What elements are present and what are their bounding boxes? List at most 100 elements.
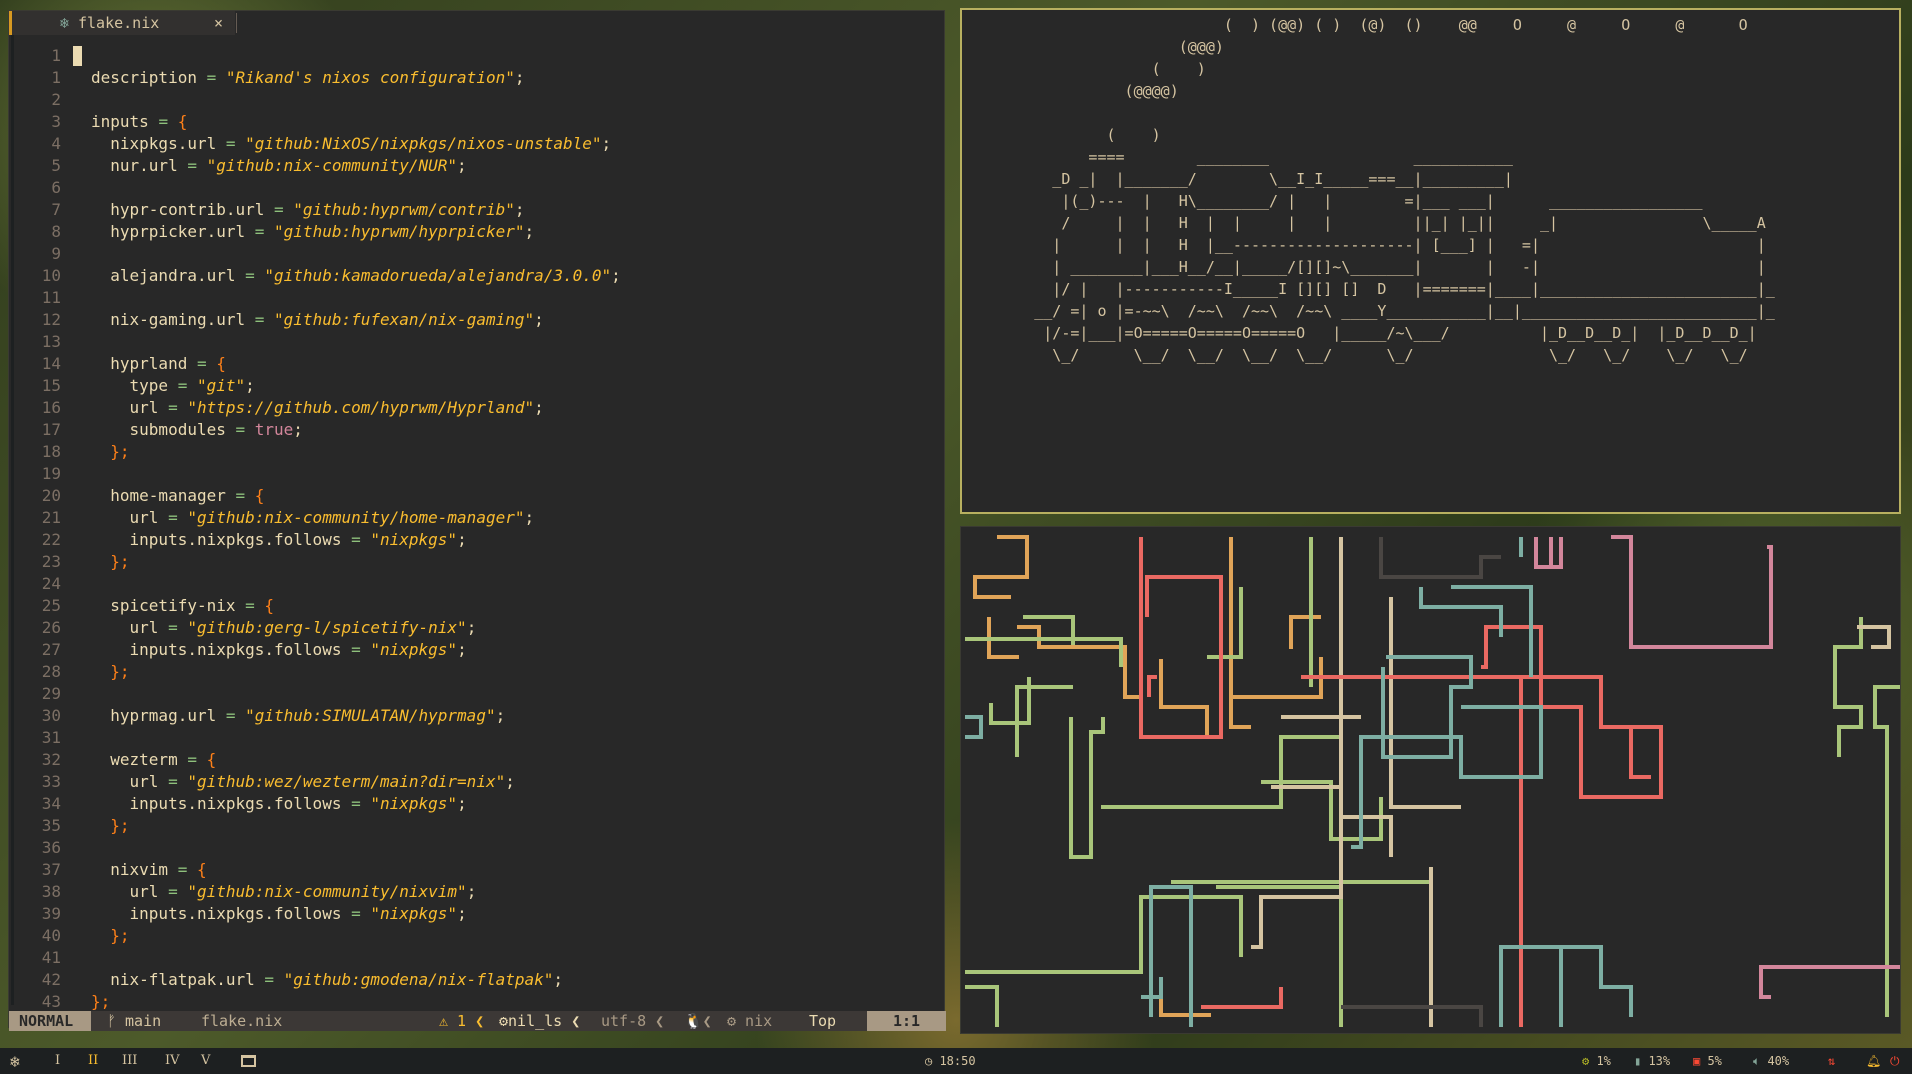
- line-content: alejandra.url = "github:kamadorueda/alej…: [91, 265, 621, 287]
- code-token: {: [177, 112, 188, 131]
- code-line[interactable]: 39 inputs.nixpkgs.follows = "nixpkgs";: [9, 903, 944, 925]
- code-line[interactable]: 27 inputs.nixpkgs.follows = "nixpkgs";: [9, 639, 944, 661]
- close-icon[interactable]: ×: [214, 14, 223, 32]
- workspace-1[interactable]: I: [55, 1053, 60, 1068]
- code-line[interactable]: 42 nix-flatpak.url = "github:gmodena/nix…: [9, 969, 944, 991]
- code-token: url: [91, 508, 169, 527]
- code-line[interactable]: 24: [9, 573, 944, 595]
- code-line[interactable]: 18 };: [9, 441, 944, 463]
- code-line[interactable]: 3 inputs = {: [9, 111, 944, 133]
- code-line[interactable]: 11: [9, 287, 944, 309]
- line-number: 32: [41, 750, 61, 769]
- code-token: true: [254, 420, 294, 439]
- power-icon[interactable]: ⏻: [1890, 1054, 1900, 1069]
- code-line[interactable]: 41: [9, 947, 944, 969]
- code-line[interactable]: 15 type = "git";: [9, 375, 944, 397]
- terminal-pipes[interactable]: [960, 526, 1901, 1034]
- code-token: inputs.nixpkgs.follows: [91, 794, 352, 813]
- code-line[interactable]: 20 home-manager = {: [9, 485, 944, 507]
- code-line[interactable]: 29: [9, 683, 944, 705]
- code-line[interactable]: 21 url = "github:nix-community/home-mana…: [9, 507, 944, 529]
- code-line[interactable]: 17 submodules = true;: [9, 419, 944, 441]
- code-token: };: [91, 926, 130, 945]
- cpu-usage[interactable]: ⚙ 1%: [1582, 1054, 1611, 1068]
- code-token: };: [91, 442, 130, 461]
- code-line[interactable]: 8 hyprpicker.url = "github:hyprwm/hyprpi…: [9, 221, 944, 243]
- code-token: {: [254, 486, 265, 505]
- workspace-4[interactable]: IV: [165, 1053, 180, 1068]
- workspace-5[interactable]: V: [201, 1053, 210, 1068]
- line-number: 35: [41, 816, 61, 835]
- code-line[interactable]: 12 nix-gaming.url = "github:fufexan/nix-…: [9, 309, 944, 331]
- code-line[interactable]: 1: [9, 45, 944, 67]
- file-encoding: utf-8 ❮: [601, 1012, 665, 1030]
- code-line[interactable]: 19: [9, 463, 944, 485]
- code-token: ;: [601, 134, 612, 153]
- code-line[interactable]: 43};: [9, 991, 944, 1013]
- code-line[interactable]: 9: [9, 243, 944, 265]
- code-line[interactable]: 13: [9, 331, 944, 353]
- code-line[interactable]: 34 inputs.nixpkgs.follows = "nixpkgs";: [9, 793, 944, 815]
- line-number: 38: [41, 882, 61, 901]
- code-line[interactable]: 33 url = "github:wez/wezterm/main?dir=ni…: [9, 771, 944, 793]
- line-content: inputs = {: [91, 111, 187, 133]
- code-token: alejandra.url: [91, 266, 246, 285]
- code-token: nixvim: [91, 860, 178, 879]
- code-token: ;: [514, 68, 525, 87]
- code-buffer[interactable]: 1 1 description = "Rikand's nixos configur…: [9, 45, 944, 1013]
- line-number: 33: [41, 772, 61, 791]
- window-icon: [241, 1055, 256, 1067]
- code-line[interactable]: 37 nixvim = {: [9, 859, 944, 881]
- memory-usage[interactable]: ▮ 13%: [1634, 1054, 1670, 1068]
- code-token: =: [351, 904, 371, 923]
- cpu-icon: ⚙: [1582, 1054, 1597, 1068]
- workspace-2[interactable]: II: [88, 1053, 98, 1068]
- code-line[interactable]: 2: [9, 89, 944, 111]
- workspace-3[interactable]: III: [122, 1053, 137, 1068]
- code-line[interactable]: 38 url = "github:nix-community/nixvim";: [9, 881, 944, 903]
- tab-flake-nix[interactable]: ❄ flake.nix ×: [9, 11, 235, 35]
- code-line[interactable]: 28 };: [9, 661, 944, 683]
- volume[interactable]: 🔈︎ 40%: [1753, 1054, 1789, 1069]
- code-line[interactable]: 30 hyprmag.url = "github:SIMULATAN/hyprm…: [9, 705, 944, 727]
- diagnostics-count: ⚠ 1 ❮: [439, 1012, 485, 1030]
- code-token: url: [91, 772, 169, 791]
- line-number: 5: [51, 156, 61, 175]
- code-line[interactable]: 23 };: [9, 551, 944, 573]
- code-token: "nixpkgs": [370, 794, 458, 813]
- nix-snowflake-icon[interactable]: ❄: [10, 1052, 20, 1071]
- code-line[interactable]: 1 description = "Rikand's nixos configura…: [9, 67, 944, 89]
- terminal-sl[interactable]: ( ) (@@) ( ) (@) () @@ O @ O @ O (@@@) (…: [960, 8, 1901, 514]
- code-token: };: [91, 662, 130, 681]
- line-number: 16: [41, 398, 61, 417]
- code-token: =: [168, 618, 188, 637]
- disk-usage[interactable]: ▣ 5%: [1693, 1054, 1722, 1068]
- code-line[interactable]: 10 alejandra.url = "github:kamadorueda/a…: [9, 265, 944, 287]
- code-line[interactable]: 16 url = "https://github.com/hyprwm/Hypr…: [9, 397, 944, 419]
- code-line[interactable]: 14 hyprland = {: [9, 353, 944, 375]
- code-line[interactable]: 6: [9, 177, 944, 199]
- memory-value: 13%: [1648, 1054, 1671, 1068]
- code-line[interactable]: 26 url = "github:gerg-l/spicetify-nix";: [9, 617, 944, 639]
- clock[interactable]: ◷ 18:50: [925, 1054, 976, 1068]
- code-line[interactable]: 7 hypr-contrib.url = "github:hyprwm/cont…: [9, 199, 944, 221]
- network-icon[interactable]: ⇅: [1828, 1054, 1835, 1068]
- code-token: =: [351, 640, 371, 659]
- code-line[interactable]: 40 };: [9, 925, 944, 947]
- clock-time: 18:50: [939, 1054, 976, 1068]
- code-line[interactable]: 4 nixpkgs.url = "github:NixOS/nixpkgs/ni…: [9, 133, 944, 155]
- filetype: ⚙ nix: [727, 1012, 773, 1030]
- code-line[interactable]: 22 inputs.nixpkgs.follows = "nixpkgs";: [9, 529, 944, 551]
- code-line[interactable]: 25 spicetify-nix = {: [9, 595, 944, 617]
- bell-icon[interactable]: 🔔︎: [1866, 1054, 1881, 1068]
- code-line[interactable]: 31: [9, 727, 944, 749]
- code-token: nix-gaming.url: [91, 310, 255, 329]
- neovim-window[interactable]: ❄ flake.nix × 1 1 description = "Rikand's …: [8, 10, 946, 1031]
- line-content: submodules = true;: [91, 419, 303, 441]
- code-line[interactable]: 36: [9, 837, 944, 859]
- code-line[interactable]: 5 nur.url = "github:nix-community/NUR";: [9, 155, 944, 177]
- code-line[interactable]: 32 wezterm = {: [9, 749, 944, 771]
- code-token: =: [168, 882, 188, 901]
- code-line[interactable]: 35 };: [9, 815, 944, 837]
- pipes-animation: [965, 535, 1900, 1027]
